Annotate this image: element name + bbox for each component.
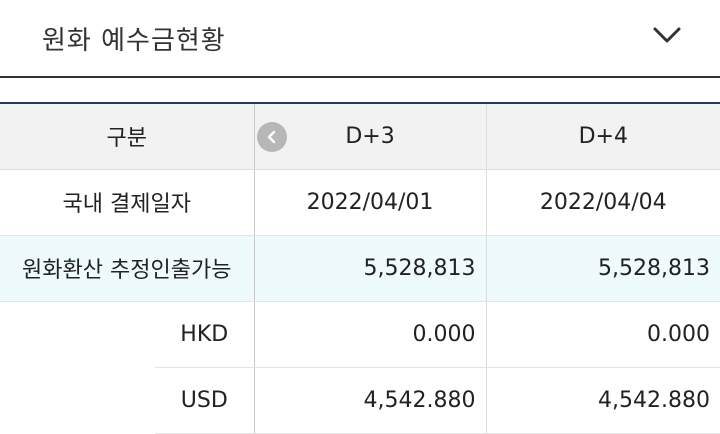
chevron-down-icon[interactable] [652, 24, 682, 46]
header-col-d3: D+3 [253, 103, 487, 170]
header-col-d4: D+4 [485, 103, 720, 170]
table-row: USD 4,542.880 4,542.880 [0, 367, 720, 434]
cell-d3: 0.000 [253, 301, 487, 368]
section-title: 원화 예수금현황 [42, 26, 226, 56]
table-row: 국내 결제일자 2022/04/01 2022/04/04 [0, 169, 720, 236]
empty-cell [0, 301, 155, 367]
table-row: HKD 0.000 0.000 [0, 301, 720, 368]
row-label: USD [155, 367, 255, 434]
cell-d4: 0.000 [485, 301, 720, 368]
cell-d4: 5,528,813 [485, 235, 720, 302]
row-label: 원화환산 추정인출가능 [0, 235, 255, 302]
cell-d3: 4,542.880 [253, 367, 487, 434]
table-row: 원화환산 추정인출가능 5,528,813 5,528,813 [0, 235, 720, 302]
empty-cell [0, 367, 155, 433]
row-label: HKD [155, 301, 255, 368]
cell-d3: 2022/04/01 [253, 169, 487, 236]
cell-d4: 4,542.880 [485, 367, 720, 434]
cell-d3: 5,528,813 [253, 235, 487, 302]
cell-d4: 2022/04/04 [485, 169, 720, 236]
section-header[interactable]: 원화 예수금현황 [0, 0, 720, 78]
deposit-table: 구분 D+3 D+4 국내 결제일자 2022/04/01 2022/04/04… [0, 102, 720, 434]
row-label: 국내 결제일자 [0, 169, 255, 236]
header-col-d3-label: D+3 [345, 123, 395, 149]
table-header-row: 구분 D+3 D+4 [0, 103, 720, 170]
chevron-left-icon[interactable] [256, 122, 287, 152]
header-category: 구분 [0, 103, 255, 170]
